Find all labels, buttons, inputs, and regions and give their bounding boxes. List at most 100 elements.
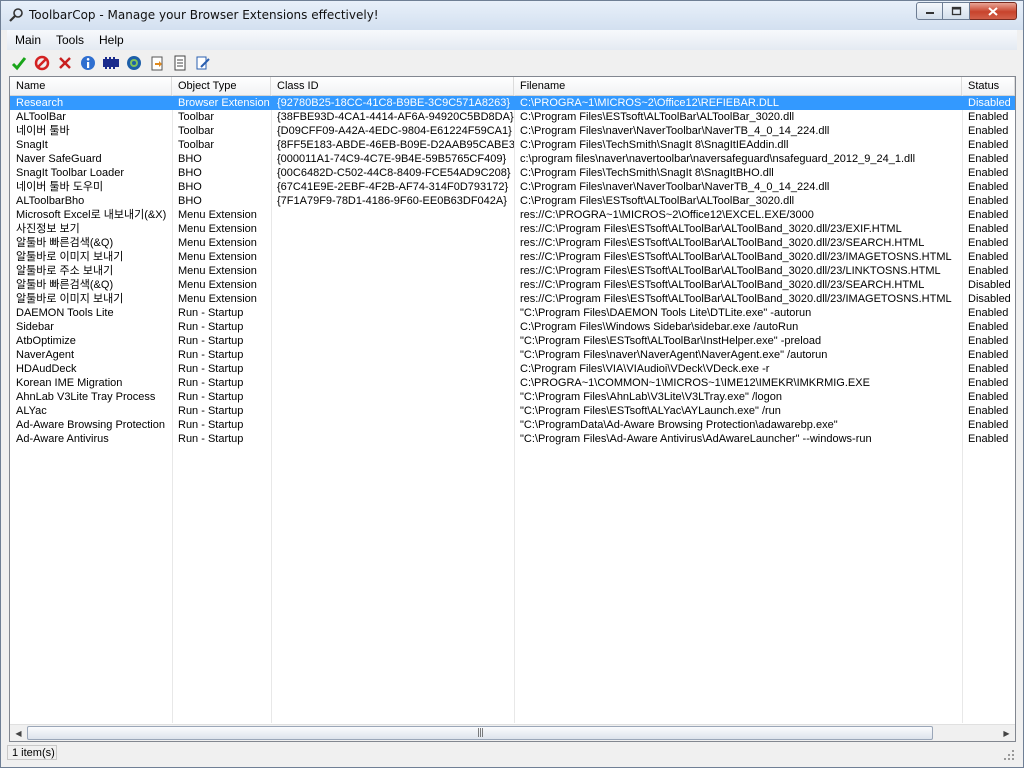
menu-main[interactable]: Main	[15, 33, 41, 47]
table-row[interactable]: 사진정보 보기 Menu Extension res://C:\Program Fi…	[10, 222, 1015, 236]
table-row[interactable]: HDAudDeck Run - Startup C:\Program Files\V…	[10, 362, 1015, 376]
table-row[interactable]: Ad-Aware Antivirus Run - Startup "C:\Progr…	[10, 432, 1015, 446]
cell-class-id	[271, 348, 514, 362]
table-row[interactable]: 알툴바 빠른검색(&Q) Menu Extension res://C:\Progr…	[10, 278, 1015, 292]
table-row[interactable]: Sidebar Run - Startup C:\Program Files\Win…	[10, 320, 1015, 334]
cell-object-type: Run - Startup	[178, 335, 244, 347]
cell-class-id	[271, 306, 514, 320]
cell-class-id: {000011A1-74C9-4C7E-9B4E-59B5765CF409}	[277, 153, 507, 165]
properties-button[interactable]	[79, 54, 97, 72]
refresh-button[interactable]	[125, 54, 143, 72]
table-row[interactable]: ALYac Run - Startup "C:\Program Files\ESTs…	[10, 404, 1015, 418]
cell-name: 알툴바 빠른검색(&Q)	[16, 237, 114, 249]
cell-name: Korean IME Migration	[16, 377, 123, 389]
enable-icon	[11, 57, 27, 71]
table-row[interactable]: SnagIt Toolbar {8FF5E183-ABDE-46EB-B09E-D2…	[10, 138, 1015, 152]
cell-object-type: Run - Startup	[178, 391, 244, 403]
table-row[interactable]: 알툴바로 주소 보내기 Menu Extension res://C:\Progra…	[10, 264, 1015, 278]
cell-object-type: Menu Extension	[178, 223, 257, 235]
table-row[interactable]: NaverAgent Run - Startup "C:\Program Files…	[10, 348, 1015, 362]
cell-status: Enabled	[968, 209, 1009, 221]
scroll-thumb[interactable]: |||	[27, 726, 933, 740]
cell-status: Enabled	[968, 153, 1009, 165]
disable-button[interactable]	[33, 54, 51, 72]
cell-filename: "C:\Program Files\naver\NaverAgent\Naver…	[520, 349, 828, 361]
column-header-class-id[interactable]: Class ID	[271, 77, 514, 95]
table-row[interactable]: 알툴바 빠른검색(&Q) Menu Extension res://C:\Progr…	[10, 236, 1015, 250]
extensions-list[interactable]: Name Object Type Class ID Filename Statu…	[9, 76, 1016, 742]
cell-class-id	[271, 362, 514, 376]
settings-button[interactable]	[102, 54, 120, 72]
cell-filename: "C:\Program Files\DAEMON Tools Lite\DTLi…	[520, 307, 812, 319]
cell-object-type: Toolbar	[178, 139, 215, 151]
cell-name: NaverAgent	[16, 349, 75, 361]
delete-button[interactable]	[56, 54, 74, 72]
cell-class-id: {67C41E9E-2EBF-4F2B-AF74-314F0D793172}	[277, 181, 509, 193]
close-button[interactable]	[970, 2, 1017, 20]
cell-name: AtbOptimize	[16, 335, 76, 347]
cell-filename: C:\Program Files\TechSmith\SnagIt 8\Snag…	[520, 139, 789, 151]
cell-class-id: {8FF5E183-ABDE-46EB-B09E-D2AAB95CABE3}	[277, 139, 514, 151]
cell-object-type: Run - Startup	[178, 405, 244, 417]
table-row[interactable]: 알툴바로 이미지 보내기 Menu Extension res://C:\Progr…	[10, 250, 1015, 264]
minimize-icon	[925, 12, 934, 14]
resize-grip-icon[interactable]	[1003, 749, 1015, 761]
scroll-left-button[interactable]: ◀	[10, 725, 27, 741]
table-row[interactable]: Ad-Aware Browsing Protection Run - Startu…	[10, 418, 1015, 432]
table-row[interactable]: DAEMON Tools Lite Run - Startup "C:\Progra…	[10, 306, 1015, 320]
cell-status: Enabled	[968, 251, 1009, 263]
cell-object-type: Run - Startup	[178, 349, 244, 361]
cell-class-id: {00C6482D-C502-44C8-8409-FCE54AD9C208}	[277, 167, 511, 179]
cell-object-type: Run - Startup	[178, 321, 244, 333]
cell-filename: C:\Program Files\ESTsoft\ALToolBar\ALToo…	[520, 111, 795, 123]
cell-name: 네이버 툴바 도우미	[16, 181, 104, 193]
minimize-button[interactable]	[916, 2, 943, 20]
column-header-object-type[interactable]: Object Type	[172, 77, 271, 95]
maximize-button[interactable]	[943, 2, 970, 20]
column-header-name[interactable]: Name	[10, 77, 172, 95]
report-button[interactable]	[171, 54, 189, 72]
horizontal-scrollbar[interactable]: ◀ ||| ▶	[10, 724, 1015, 741]
menu-tools[interactable]: Tools	[56, 33, 84, 47]
cell-status: Enabled	[968, 181, 1009, 193]
cell-filename: res://C:\Program Files\ESTsoft\ALToolBar…	[520, 237, 925, 249]
cell-status: Enabled	[968, 377, 1009, 389]
table-row[interactable]: 알툴바로 이미지 보내기 Menu Extension res://C:\Progr…	[10, 292, 1015, 306]
cell-object-type: Browser Extension	[178, 97, 270, 109]
cell-object-type: Menu Extension	[178, 279, 257, 291]
table-row[interactable]: 네이버 툴바 도우미 BHO {67C41E9E-2EBF-4F2B-AF74-31…	[10, 180, 1015, 194]
export-button[interactable]	[148, 54, 166, 72]
status-bar: 1 item(s)	[7, 744, 1017, 762]
table-row[interactable]: Research Browser Extension {92780B25-18CC-…	[10, 96, 1015, 110]
cell-object-type: Menu Extension	[178, 251, 257, 263]
menu-help[interactable]: Help	[99, 33, 124, 47]
table-row[interactable]: SnagIt Toolbar Loader BHO {00C6482D-C502-4…	[10, 166, 1015, 180]
cell-class-id	[271, 250, 514, 264]
cell-class-id	[271, 278, 514, 292]
column-header-status[interactable]: Status	[962, 77, 1015, 95]
grip-icon: |||	[476, 728, 484, 738]
cell-filename: "C:\Program Files\ESTsoft\ALYac\AYLaunch…	[520, 405, 781, 417]
table-row[interactable]: AtbOptimize Run - Startup "C:\Program File…	[10, 334, 1015, 348]
cell-name: 알툴바 빠른검색(&Q)	[16, 279, 114, 291]
cell-name: HDAudDeck	[16, 363, 77, 375]
enable-button[interactable]	[10, 54, 28, 72]
scroll-right-button[interactable]: ▶	[998, 725, 1015, 741]
cell-class-id	[271, 264, 514, 278]
cell-status: Enabled	[968, 265, 1009, 277]
cell-filename: "C:\Program Files\AhnLab\V3Lite\V3LTray.…	[520, 391, 782, 403]
edit-button[interactable]	[194, 54, 212, 72]
table-row[interactable]: AhnLab V3Lite Tray Process Run - Startup "…	[10, 390, 1015, 404]
title-bar[interactable]: ToolbarCop - Manage your Browser Extensi…	[1, 1, 1023, 30]
cell-status: Enabled	[968, 111, 1009, 123]
table-row[interactable]: 네이버 툴바 Toolbar {D09CFF09-A42A-4EDC-9804-E6…	[10, 124, 1015, 138]
table-row[interactable]: Korean IME Migration Run - Startup C:\PROG…	[10, 376, 1015, 390]
disable-icon	[34, 55, 50, 71]
table-row[interactable]: Naver SafeGuard BHO {000011A1-74C9-4C7E-9B…	[10, 152, 1015, 166]
table-row[interactable]: ALToolBar Toolbar {38FBE93D-4CA1-4414-AF6A…	[10, 110, 1015, 124]
table-row[interactable]: Microsoft Excel로 내보내기(&X) Menu Extension r…	[10, 208, 1015, 222]
column-header-filename[interactable]: Filename	[514, 77, 962, 95]
cell-class-id: {38FBE93D-4CA1-4414-AF6A-94920C5BD8DA}	[277, 111, 514, 123]
table-row[interactable]: ALToolbarBho BHO {7F1A79F9-78D1-4186-9F60-…	[10, 194, 1015, 208]
cell-filename: C:\Program Files\naver\NaverToolbar\Nave…	[520, 125, 830, 137]
